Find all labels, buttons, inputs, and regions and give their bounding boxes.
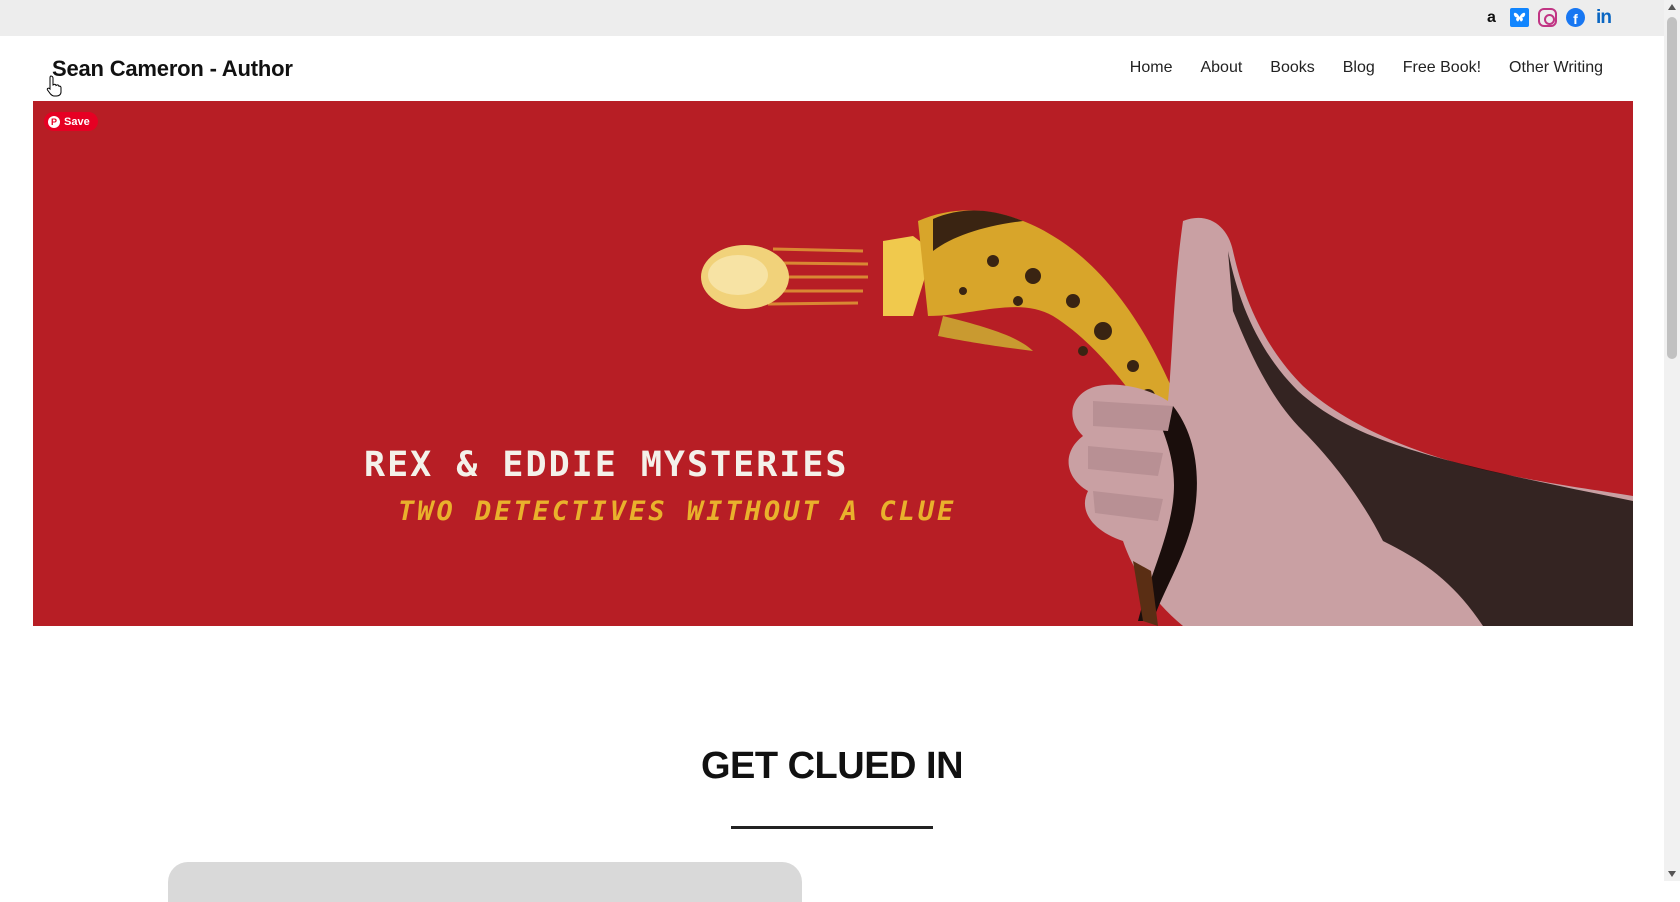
scroll-thumb[interactable] xyxy=(1667,17,1677,359)
content-card xyxy=(168,862,802,902)
social-bar: a f in xyxy=(0,0,1664,36)
section-title: GET CLUED IN xyxy=(700,745,964,787)
scroll-down-icon[interactable] xyxy=(1668,871,1676,877)
linkedin-icon[interactable]: in xyxy=(1594,7,1613,28)
facebook-icon[interactable]: f xyxy=(1566,8,1585,27)
instagram-icon[interactable] xyxy=(1538,8,1557,27)
hero-title: REX & EDDIE MYSTERIES xyxy=(364,445,849,485)
site-header: Sean Cameron - Author Home About Books B… xyxy=(0,36,1664,101)
bluesky-icon[interactable] xyxy=(1510,8,1529,27)
nav-blog[interactable]: Blog xyxy=(1343,59,1375,77)
pinterest-save-button[interactable]: P Save xyxy=(44,112,98,131)
section-divider xyxy=(731,826,933,829)
site-title[interactable]: Sean Cameron - Author xyxy=(52,56,293,82)
save-label: Save xyxy=(64,115,90,128)
social-links: a f in xyxy=(1482,7,1613,28)
hero-subtitle: TWO DETECTIVES WITHOUT A CLUE xyxy=(398,496,957,527)
amazon-icon[interactable]: a xyxy=(1482,8,1501,27)
nav-about[interactable]: About xyxy=(1200,59,1242,77)
nav-other-writing[interactable]: Other Writing xyxy=(1509,59,1603,77)
page-scrollbar[interactable] xyxy=(1664,0,1680,881)
banana-gun-illustration xyxy=(701,210,1633,626)
hero-banner: P Save REX & EDDIE MYSTERIES TWO DETECTI… xyxy=(33,101,1633,626)
mouse-pointer-icon xyxy=(46,75,62,97)
scroll-up-icon[interactable] xyxy=(1668,4,1676,10)
nav-free-book[interactable]: Free Book! xyxy=(1403,59,1481,77)
pinterest-icon: P xyxy=(48,115,60,128)
nav-books[interactable]: Books xyxy=(1270,59,1314,77)
nav-home[interactable]: Home xyxy=(1130,59,1173,77)
main-nav: Home About Books Blog Free Book! Other W… xyxy=(1130,59,1603,77)
